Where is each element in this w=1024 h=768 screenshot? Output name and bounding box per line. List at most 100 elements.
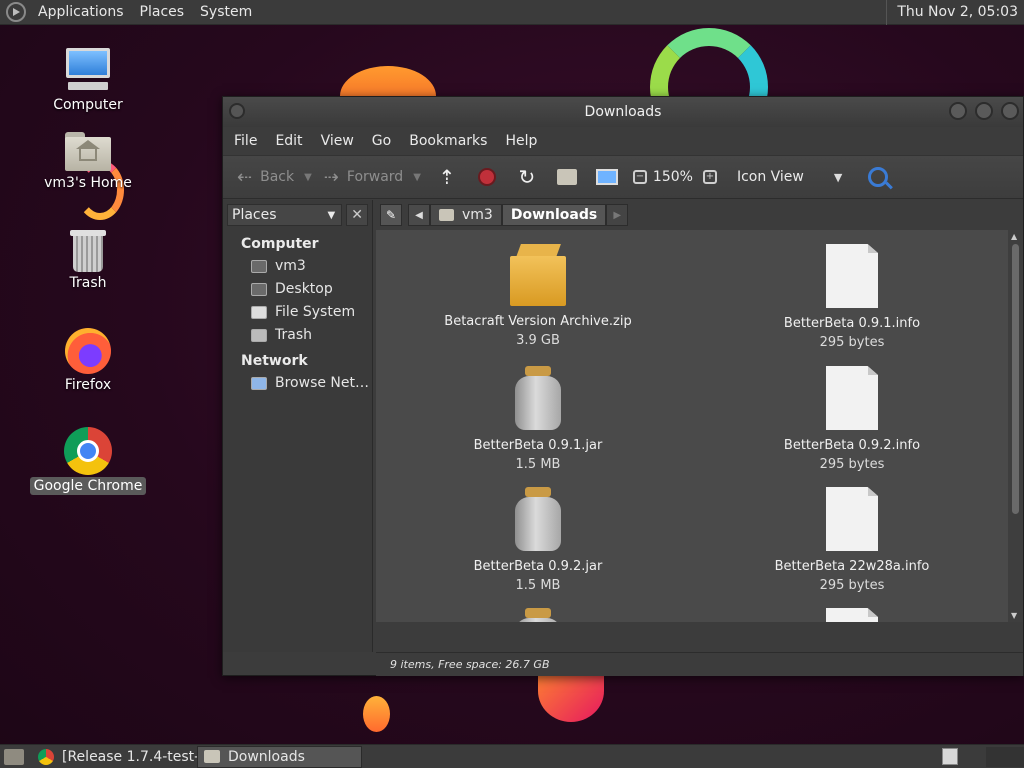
taskbar-item-downloads[interactable]: Downloads: [197, 745, 362, 768]
show-desktop-icon[interactable]: [4, 748, 24, 765]
document-icon: [826, 608, 878, 622]
home-folder-icon: [251, 259, 267, 273]
sidebar-item-vm3[interactable]: vm3: [223, 255, 372, 278]
scroll-up-icon[interactable]: ▲: [1011, 232, 1017, 241]
file-name: BetterBeta 0.9.2.info: [783, 438, 921, 453]
desktop-icon-home[interactable]: vm3's Home: [28, 128, 148, 192]
file-item[interactable]: [438, 608, 638, 622]
file-item[interactable]: Betacraft Version Archive.zip 3.9 GB: [438, 244, 638, 350]
vertical-scrollbar[interactable]: ▲ ▼: [1008, 230, 1023, 622]
stop-button[interactable]: [472, 161, 502, 193]
file-item[interactable]: BetterBeta 0.9.1.jar 1.5 MB: [438, 366, 638, 474]
sidebar-item-label: Trash: [275, 327, 312, 343]
menu-view[interactable]: View: [312, 133, 363, 149]
menu-system[interactable]: System: [192, 4, 260, 20]
breadcrumb-downloads[interactable]: Downloads: [501, 204, 607, 226]
sidebar-item-file-system[interactable]: File System: [223, 301, 372, 324]
maximize-icon[interactable]: [975, 102, 993, 120]
desktop-icon-chrome[interactable]: Google Chrome: [28, 427, 148, 495]
home-button[interactable]: [552, 161, 582, 193]
view-mode-select[interactable]: Icon View ▼: [737, 169, 842, 185]
home-folder-icon: [65, 132, 111, 172]
file-name: BetterBeta 22w28a.info: [774, 559, 930, 574]
path-scroll-left-icon[interactable]: ◀: [408, 204, 430, 226]
menu-edit[interactable]: Edit: [266, 133, 311, 149]
reload-icon[interactable]: ↻: [512, 161, 542, 193]
forward-label: Forward: [346, 169, 404, 185]
menu-places[interactable]: Places: [132, 4, 193, 20]
menu-applications[interactable]: Applications: [30, 4, 132, 20]
sidebar-selector[interactable]: Places ▼: [227, 204, 343, 226]
taskbar-item-label: [Release 1.7.4-test-...: [62, 748, 197, 765]
close-icon[interactable]: [1001, 102, 1019, 120]
zoom-in-icon[interactable]: +: [702, 170, 717, 184]
scroll-down-icon[interactable]: ▼: [1011, 611, 1017, 620]
zoom-out-icon[interactable]: −: [632, 170, 647, 184]
menu-file[interactable]: File: [225, 133, 266, 149]
desktop-icon-trash[interactable]: Trash: [28, 228, 148, 292]
menu-help[interactable]: Help: [496, 133, 546, 149]
location-bar: ✎ ◀ vm3 Downloads ▶: [376, 200, 1023, 230]
workspace-switcher[interactable]: [942, 748, 958, 765]
chrome-icon: [38, 748, 54, 765]
sidebar-item-desktop[interactable]: Desktop: [223, 278, 372, 301]
desktop-icon-label: Computer: [53, 97, 123, 113]
breadcrumb-vm3[interactable]: vm3: [430, 204, 502, 226]
top-panel: Applications Places System Thu Nov 2, 05…: [0, 0, 1024, 25]
path-scroll-right-icon[interactable]: ▶: [606, 204, 629, 226]
forward-button[interactable]: ⇢ Forward: [318, 161, 409, 193]
file-icon-view[interactable]: Betacraft Version Archive.zip 3.9 GB Bet…: [376, 230, 1008, 622]
search-icon[interactable]: [868, 167, 889, 187]
forward-history-dropdown-icon[interactable]: ▼: [413, 172, 421, 183]
file-size: 3.9 GB: [516, 333, 560, 348]
sidebar-item-label: File System: [275, 304, 356, 320]
archive-box-icon: [510, 244, 566, 306]
desktop-icon-label: Trash: [69, 275, 107, 291]
file-name: BetterBeta 0.9.2.jar: [473, 559, 603, 574]
file-size: 295 bytes: [819, 457, 885, 472]
firefox-icon: [65, 328, 111, 374]
sidebar-item-browse-network[interactable]: Browse Net…: [223, 372, 372, 395]
document-icon: [826, 366, 878, 430]
edit-location-icon[interactable]: ✎: [380, 204, 402, 226]
file-item[interactable]: BetterBeta 0.9.2.info 295 bytes: [752, 366, 952, 474]
sidebar-section-network: Network: [241, 353, 308, 369]
file-item[interactable]: BetterBeta 0.9.2.jar 1.5 MB: [438, 487, 638, 595]
back-history-dropdown-icon[interactable]: ▼: [304, 172, 312, 183]
computer-icon: [64, 46, 112, 94]
clock[interactable]: Thu Nov 2, 05:03: [886, 0, 1024, 25]
file-item[interactable]: [752, 608, 952, 622]
up-arrow-icon[interactable]: ⇡: [432, 161, 462, 193]
desktop-icon-computer[interactable]: Computer: [28, 46, 148, 114]
file-name: BetterBeta 0.9.1.jar: [473, 438, 603, 453]
file-size: 295 bytes: [819, 578, 885, 593]
zoom-control: − 150% +: [632, 169, 723, 185]
window-menu-icon[interactable]: [229, 103, 245, 119]
scrollbar-thumb[interactable]: [1012, 244, 1019, 514]
jar-icon: [513, 366, 563, 430]
menubar: File Edit View Go Bookmarks Help: [223, 127, 1023, 155]
close-sidebar-icon[interactable]: ✕: [346, 204, 368, 226]
back-button[interactable]: ⇠ Back: [231, 161, 300, 193]
file-item[interactable]: BetterBeta 22w28a.info 295 bytes: [752, 487, 952, 595]
desktop-icon-firefox[interactable]: Firefox: [28, 328, 148, 394]
file-manager-window: Downloads File Edit View Go Bookmarks He…: [222, 96, 1024, 676]
computer-button[interactable]: [592, 161, 622, 193]
window-titlebar[interactable]: Downloads: [223, 97, 1023, 127]
taskbar-item-chrome[interactable]: [Release 1.7.4-test-...: [32, 746, 197, 768]
network-icon: [251, 376, 267, 390]
notification-area: [986, 747, 1024, 767]
file-item[interactable]: BetterBeta 0.9.1.info 295 bytes: [752, 244, 952, 352]
distro-logo-icon[interactable]: [6, 2, 26, 22]
sidebar-header: Places ▼ ✕: [223, 200, 372, 230]
menu-bookmarks[interactable]: Bookmarks: [400, 133, 496, 149]
sidebar-item-trash[interactable]: Trash: [223, 324, 372, 347]
menu-go[interactable]: Go: [363, 133, 400, 149]
file-size: 295 bytes: [819, 335, 885, 350]
forward-arrow-icon: ⇢: [323, 166, 339, 188]
chevron-down-icon: ▼: [833, 170, 843, 184]
minimize-icon[interactable]: [949, 102, 967, 120]
chrome-icon: [64, 427, 112, 475]
bottom-panel: [Release 1.7.4-test-... Downloads: [0, 744, 1024, 768]
sidebar-item-label: Desktop: [275, 281, 333, 297]
